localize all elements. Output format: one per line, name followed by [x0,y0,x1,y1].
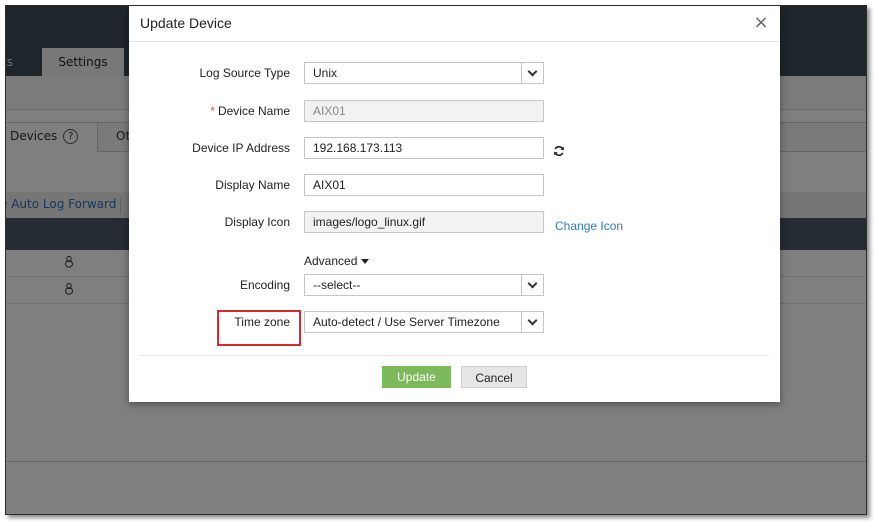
log-source-type-label: Log Source Type [199,66,290,80]
device-name-field: AIX01 [304,100,544,122]
time-zone-value: Auto-detect / Use Server Timezone [313,315,500,329]
device-ip-field[interactable]: 192.168.173.113 [304,137,544,159]
close-icon[interactable]: × [752,14,770,32]
chevron-down-icon[interactable] [521,63,543,83]
device-ip-label: Device IP Address [192,141,290,155]
update-button[interactable]: Update [382,366,451,388]
required-marker: * [210,104,215,118]
dialog-title: Update Device [140,15,232,31]
device-name-label: * Device Name [210,104,290,118]
display-name-field[interactable]: AIX01 [304,174,544,196]
advanced-label: Advanced [304,254,358,268]
chevron-down-icon[interactable] [521,275,543,295]
dialog-header-divider [129,41,780,42]
update-device-dialog: Update Device × Log Source Type Unix * De… [129,6,780,402]
cancel-button[interactable]: Cancel [461,366,527,388]
refresh-icon[interactable] [553,145,567,159]
encoding-value: --select-- [313,278,361,292]
display-icon-label: Display Icon [224,215,290,229]
display-icon-field: images/logo_linux.gif [304,211,544,233]
advanced-toggle[interactable]: Advanced [304,254,370,268]
time-zone-select[interactable]: Auto-detect / Use Server Timezone [304,311,544,333]
log-source-type-value: Unix [313,66,338,80]
time-zone-label: Time zone [234,315,290,329]
display-name-label: Display Name [215,178,290,192]
device-name-label-text: Device Name [217,104,290,118]
encoding-select[interactable]: --select-- [304,274,544,296]
caret-down-icon [361,259,370,265]
encoding-label: Encoding [239,278,290,292]
app-window: ts Settings Devices? Ot e Auto Log Forwa… [5,5,867,515]
change-icon-link[interactable]: Change Icon [555,219,623,233]
chevron-down-icon[interactable] [521,312,543,332]
log-source-type-select[interactable]: Unix [304,62,544,84]
dialog-footer-divider [140,355,769,356]
